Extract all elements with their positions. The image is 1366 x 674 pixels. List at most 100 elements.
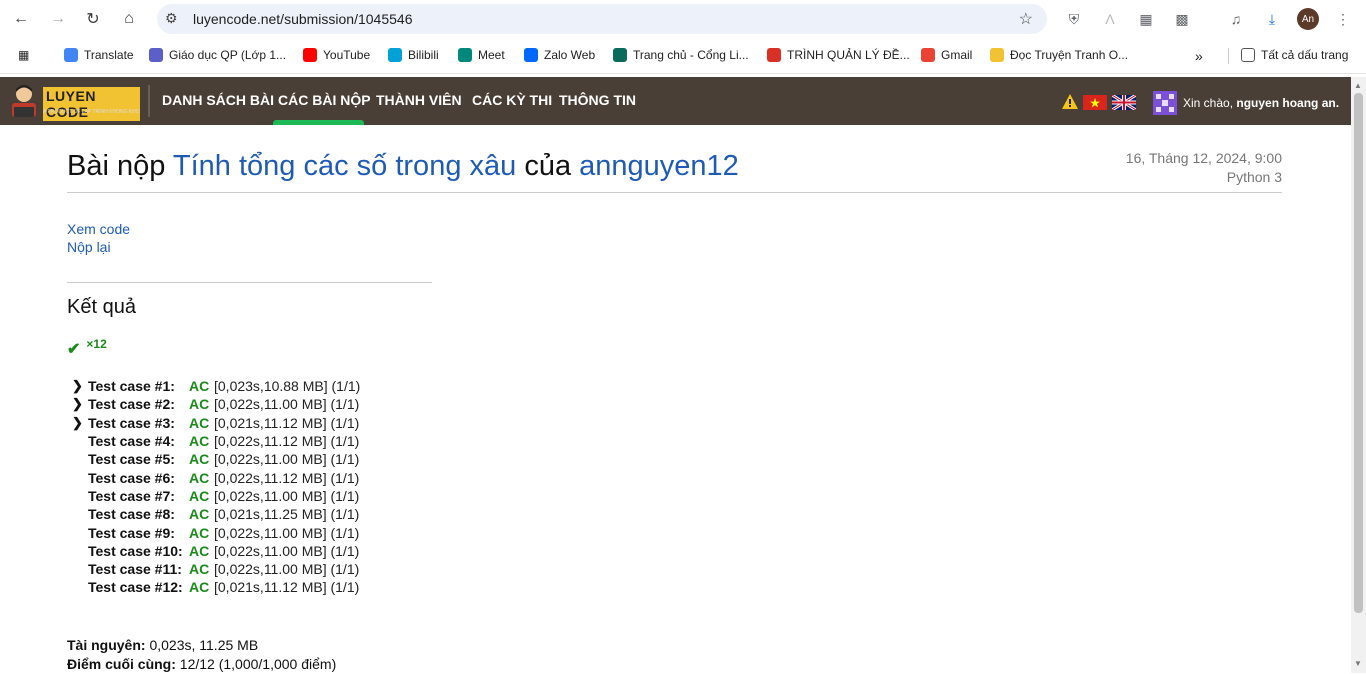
test-case-status: AC bbox=[189, 378, 210, 395]
site-info-icon[interactable]: ⚙ bbox=[165, 10, 178, 27]
greeting-prefix: Xin chào, bbox=[1183, 96, 1237, 110]
bookmark-label: Trang chủ - Cổng Li... bbox=[633, 48, 749, 62]
test-case-row[interactable]: ❯ Test case #1: AC [0,023s,10.88 MB] (1/1) bbox=[72, 377, 360, 395]
bookmark-trinh-quan-ly[interactable]: TRÌNH QUẢN LÝ ĐỀ... bbox=[767, 48, 910, 62]
test-case-row: Test case #12: AC [0,021s,11.12 MB] (1/1) bbox=[72, 578, 360, 596]
test-case-row: Test case #8: AC [0,021s,11.25 MB] (1/1) bbox=[72, 505, 360, 523]
bookmark-zalo[interactable]: Zalo Web bbox=[524, 48, 595, 62]
apps-grid-icon[interactable]: ▦ bbox=[18, 48, 29, 62]
title-prefix: Bài nộp bbox=[67, 150, 173, 182]
test-case-label: Test case #11: bbox=[88, 561, 182, 578]
submission-actions: Xem code Nộp lại bbox=[67, 220, 130, 256]
home-icon[interactable]: ⌂ bbox=[116, 6, 142, 32]
bookmark-label: Meet bbox=[478, 48, 505, 62]
profile-avatar[interactable]: An bbox=[1297, 8, 1319, 30]
user-greeting[interactable]: Xin chào, nguyen hoang an. bbox=[1153, 91, 1339, 115]
all-bookmarks[interactable]: Tất cả dấu trang bbox=[1241, 48, 1348, 62]
media-control-icon[interactable]: ♫ bbox=[1225, 8, 1247, 30]
bookmark-label: Translate bbox=[84, 48, 134, 62]
test-case-info: [0,022s,11.12 MB] (1/1) bbox=[214, 433, 360, 450]
final-score-label: Điểm cuối cùng: bbox=[67, 656, 176, 672]
nav-submissions[interactable]: CÁC BÀI NỘP bbox=[278, 92, 371, 108]
bookmark-label: Giáo dục QP (Lớp 1... bbox=[169, 48, 287, 62]
bookmark-bilibili[interactable]: Bilibili bbox=[388, 48, 439, 62]
bookmarks-divider bbox=[1228, 48, 1229, 64]
resources-line: Tài nguyên: 0,023s, 11.25 MB bbox=[67, 636, 336, 655]
test-case-status: AC bbox=[189, 506, 210, 523]
nav-problem-list[interactable]: DANH SÁCH BÀI bbox=[162, 92, 274, 108]
bookmark-meet[interactable]: Meet bbox=[458, 48, 505, 62]
checkmark-icon: ✔ bbox=[67, 341, 81, 358]
bookmark-doc-truyen[interactable]: Đọc Truyện Tranh O... bbox=[990, 48, 1128, 62]
test-case-row: Test case #4: AC [0,022s,11.12 MB] (1/1) bbox=[72, 432, 360, 450]
problem-link[interactable]: Tính tổng các số trong xâu bbox=[173, 150, 516, 182]
extension-a-icon[interactable]: Λ bbox=[1099, 8, 1121, 30]
bookmark-gmail[interactable]: Gmail bbox=[921, 48, 972, 62]
test-case-info: [0,022s,11.00 MB] (1/1) bbox=[214, 451, 360, 468]
accepted-count: ×12 bbox=[86, 337, 107, 351]
bookmark-giao-duc[interactable]: Giáo dục QP (Lớp 1... bbox=[149, 48, 286, 62]
download-icon[interactable]: ⤓ bbox=[1261, 8, 1283, 30]
resources-label: Tài nguyên: bbox=[67, 637, 146, 653]
test-case-status: AC bbox=[189, 396, 210, 413]
translate-icon bbox=[64, 48, 78, 62]
more-bookmarks-chevron-icon[interactable]: » bbox=[1195, 48, 1203, 64]
scrollbar-thumb[interactable] bbox=[1354, 93, 1363, 613]
site-logo[interactable]: LUYEN CODE A PRODUCT OF LAP TRINH KHONG … bbox=[8, 81, 140, 121]
forward-icon[interactable]: → bbox=[45, 6, 71, 32]
extensions-puzzle-icon[interactable]: ▩ bbox=[1171, 8, 1193, 30]
nav-contests[interactable]: CÁC KỲ THI bbox=[472, 92, 552, 108]
expand-chevron-icon[interactable]: ❯ bbox=[72, 415, 88, 431]
submission-language: Python 3 bbox=[1226, 169, 1282, 185]
address-bar[interactable]: ⚙ luyencode.net/submission/1045546 ☆ bbox=[157, 4, 1047, 34]
bookmark-label: Đọc Truyện Tranh O... bbox=[1010, 48, 1129, 62]
uk-flag-icon[interactable] bbox=[1112, 95, 1136, 110]
expand-chevron-icon[interactable]: ❯ bbox=[72, 396, 88, 412]
bookmark-youtube[interactable]: YouTube bbox=[303, 48, 370, 62]
result-summary: ✔ ×12 bbox=[67, 337, 107, 359]
user-identicon-icon bbox=[1153, 91, 1177, 115]
test-case-status: AC bbox=[189, 561, 210, 578]
meet-icon bbox=[458, 48, 472, 62]
expand-chevron-icon[interactable]: ❯ bbox=[72, 378, 88, 394]
test-case-row[interactable]: ❯ Test case #2: AC [0,022s,11.00 MB] (1/1) bbox=[72, 395, 360, 413]
url-text[interactable]: luyencode.net/submission/1045546 bbox=[193, 11, 413, 27]
bookmark-star-icon[interactable]: ☆ bbox=[1019, 9, 1033, 29]
test-case-info: [0,022s,11.00 MB] (1/1) bbox=[214, 524, 360, 541]
scroll-down-icon[interactable]: ▼ bbox=[1354, 659, 1362, 668]
test-case-label: Test case #3: bbox=[88, 414, 175, 431]
zalo-icon bbox=[524, 48, 538, 62]
user-link[interactable]: annguyen12 bbox=[579, 150, 739, 182]
nav-divider bbox=[148, 85, 150, 117]
vietnam-flag-icon[interactable] bbox=[1083, 95, 1107, 110]
bilibili-icon bbox=[388, 48, 402, 62]
test-case-row: Test case #7: AC [0,022s,11.00 MB] (1/1) bbox=[72, 487, 360, 505]
extension-h-icon[interactable]: ▦ bbox=[1135, 8, 1157, 30]
test-case-status: AC bbox=[189, 542, 210, 559]
bookmark-trang-chu[interactable]: Trang chủ - Cổng Li... bbox=[613, 48, 749, 62]
bookmark-translate[interactable]: Translate bbox=[64, 48, 134, 62]
back-icon[interactable]: ← bbox=[8, 6, 34, 32]
final-score-value: 12/12 (1,000/1,000 điểm) bbox=[175, 656, 337, 672]
coder-mascot-icon bbox=[12, 85, 36, 117]
menu-kebab-icon[interactable]: ⋮ bbox=[1332, 8, 1354, 30]
test-case-status: AC bbox=[189, 414, 210, 431]
reload-icon[interactable]: ↻ bbox=[80, 6, 106, 32]
final-score-line: Điểm cuối cùng: 12/12 (1,000/1,000 điểm) bbox=[67, 655, 336, 674]
test-case-label: Test case #7: bbox=[88, 487, 175, 504]
scroll-up-icon[interactable]: ▲ bbox=[1354, 81, 1362, 90]
resubmit-link[interactable]: Nộp lại bbox=[67, 238, 130, 256]
test-case-label: Test case #1: bbox=[88, 378, 175, 395]
test-case-row[interactable]: ❯ Test case #3: AC [0,021s,11.12 MB] (1/1) bbox=[72, 414, 360, 432]
bookmark-label: TRÌNH QUẢN LÝ ĐỀ... bbox=[787, 48, 910, 62]
warning-icon[interactable] bbox=[1062, 94, 1078, 109]
nav-members[interactable]: THÀNH VIÊN bbox=[376, 92, 462, 108]
nav-info[interactable]: THÔNG TIN bbox=[559, 92, 636, 108]
test-case-label: Test case #9: bbox=[88, 524, 175, 541]
page-scrollbar[interactable]: ▲ ▼ bbox=[1351, 77, 1366, 673]
view-code-link[interactable]: Xem code bbox=[67, 220, 130, 238]
test-case-label: Test case #4: bbox=[88, 433, 175, 450]
shield-extension-icon[interactable]: ⛨ bbox=[1063, 8, 1085, 30]
submission-date: 16, Tháng 12, 2024, 9:00 bbox=[1125, 150, 1282, 166]
nav-active-indicator bbox=[273, 120, 364, 125]
